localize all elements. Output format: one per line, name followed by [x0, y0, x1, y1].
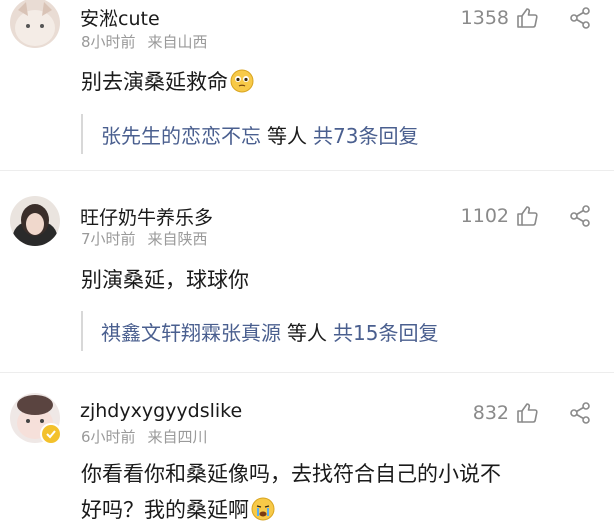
thumbs-up-icon: [517, 403, 538, 423]
comment-text-line: 你看看你和桑延像吗，去找符合自己的小说不: [81, 462, 501, 486]
comment-meta: 7小时前 来自陕西: [81, 228, 208, 249]
share-icon: [570, 7, 590, 29]
comment-item: zjhdyxygyydslike 6小时前 来自四川 832 你看看你和桑延像吗，…: [0, 390, 614, 531]
pleading-face-icon: [230, 68, 254, 104]
comment-location: 来自四川: [147, 428, 208, 446]
reply-count-link[interactable]: 共15条回复: [333, 317, 438, 346]
reply-mid: 等人: [267, 123, 307, 148]
comment-time: 6小时前: [81, 428, 136, 446]
verified-badge-icon: [40, 423, 62, 445]
like-button[interactable]: 832: [473, 401, 539, 425]
comment-meta: 8小时前 来自山西: [81, 31, 208, 52]
crying-face-icon: [251, 496, 275, 532]
comment-location: 来自山西: [147, 33, 208, 51]
reply-mid: 等人: [287, 320, 327, 345]
like-button[interactable]: 1102: [461, 204, 539, 228]
share-icon: [570, 402, 590, 424]
comment-time: 7小时前: [81, 230, 136, 248]
comment-location: 来自陕西: [147, 230, 208, 248]
divider: [0, 170, 614, 171]
like-count: 832: [472, 402, 509, 424]
username[interactable]: zjhdyxygyydslike: [80, 400, 242, 422]
like-count: 1358: [460, 7, 509, 29]
username[interactable]: 旺仔奶牛养乐多: [80, 203, 213, 230]
comment-text: 别演桑延，球球你: [81, 268, 249, 292]
comment-time: 8小时前: [81, 33, 136, 51]
comment-text: 别去演桑延救命: [81, 64, 601, 104]
comment-item: 旺仔奶牛养乐多 7小时前 来自陕西 1102 别演桑延，球球你 祺鑫文轩翔霖张真源…: [0, 190, 614, 365]
avatar[interactable]: [10, 196, 60, 246]
comment-meta: 6小时前 来自四川: [81, 426, 208, 447]
divider: [0, 372, 614, 373]
thumbs-up-icon: [517, 8, 538, 28]
reply-count-link[interactable]: 共73条回复: [313, 120, 418, 149]
like-button[interactable]: 1358: [461, 6, 539, 30]
reply-users[interactable]: 张先生的恋恋不忘: [101, 120, 261, 149]
share-icon: [570, 205, 590, 227]
username[interactable]: 安淞cute: [80, 4, 160, 31]
like-count: 1102: [460, 205, 509, 227]
reply-users[interactable]: 祺鑫文轩翔霖张真源: [101, 317, 281, 346]
comment-item: 安淞cute 8小时前 来自山西 1358 别去演桑延救命 张先生的恋恋不忘 等人…: [0, 0, 614, 165]
share-button[interactable]: [568, 204, 592, 232]
comment-text: 你看看你和桑延像吗，去找符合自己的小说不 好吗？我的桑延啊: [81, 456, 601, 532]
thumbs-up-icon: [517, 206, 538, 226]
avatar[interactable]: [10, 0, 60, 48]
reply-summary[interactable]: 张先生的恋恋不忘 等人 共73条回复: [81, 114, 418, 154]
share-button[interactable]: [568, 6, 592, 34]
reply-summary[interactable]: 祺鑫文轩翔霖张真源 等人 共15条回复: [81, 311, 438, 351]
comment-text-line: 好吗？我的桑延啊: [81, 492, 601, 532]
share-button[interactable]: [568, 401, 592, 429]
